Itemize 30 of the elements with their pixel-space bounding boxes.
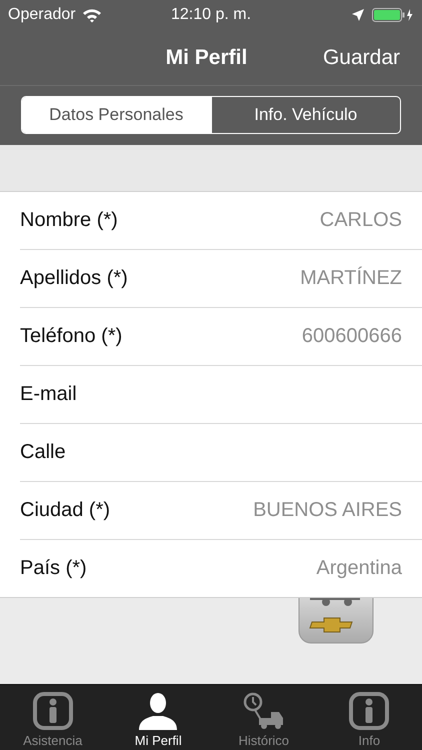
segment-tab[interactable]: Datos Personales [22, 97, 210, 133]
field-label: País (*) [20, 557, 88, 580]
tab-item[interactable]: Info [316, 685, 422, 750]
field-label: Ciudad (*) [20, 499, 112, 522]
segment-tab[interactable]: Info. Vehículo [210, 97, 400, 133]
field-value[interactable]: BUENOS AIRES [253, 499, 402, 522]
location-arrow-icon [352, 9, 364, 21]
field-value[interactable]: MARTÍNEZ [300, 267, 402, 290]
wifi-icon [82, 8, 102, 22]
field-value[interactable]: 600600666 [302, 325, 402, 348]
field-label: E-mail [20, 383, 78, 406]
battery-icon [372, 7, 414, 23]
tab-item[interactable]: Mi Perfil [106, 685, 211, 750]
field-value[interactable]: CARLOS [320, 209, 402, 232]
field-value[interactable]: Argentina [316, 557, 402, 580]
app-icon [298, 598, 374, 644]
tab-item[interactable]: Histórico [211, 685, 316, 750]
info-icon [32, 692, 73, 730]
screen-title: Mi Perfil [166, 46, 248, 68]
person-icon [137, 692, 180, 730]
tab-item[interactable]: Asistencia [0, 685, 106, 750]
field-label: Apellidos (*) [20, 267, 129, 290]
save-button[interactable]: Guardar [322, 46, 400, 70]
field-label: Calle [20, 441, 67, 464]
clock-time: 12:10 p. m. [170, 6, 252, 23]
info-icon [349, 692, 390, 730]
field-label: Teléfono (*) [20, 325, 124, 348]
field-label: Nombre (*) [20, 209, 119, 232]
carrier-name: Operador [8, 6, 76, 24]
tow-truck-icon [242, 692, 285, 730]
